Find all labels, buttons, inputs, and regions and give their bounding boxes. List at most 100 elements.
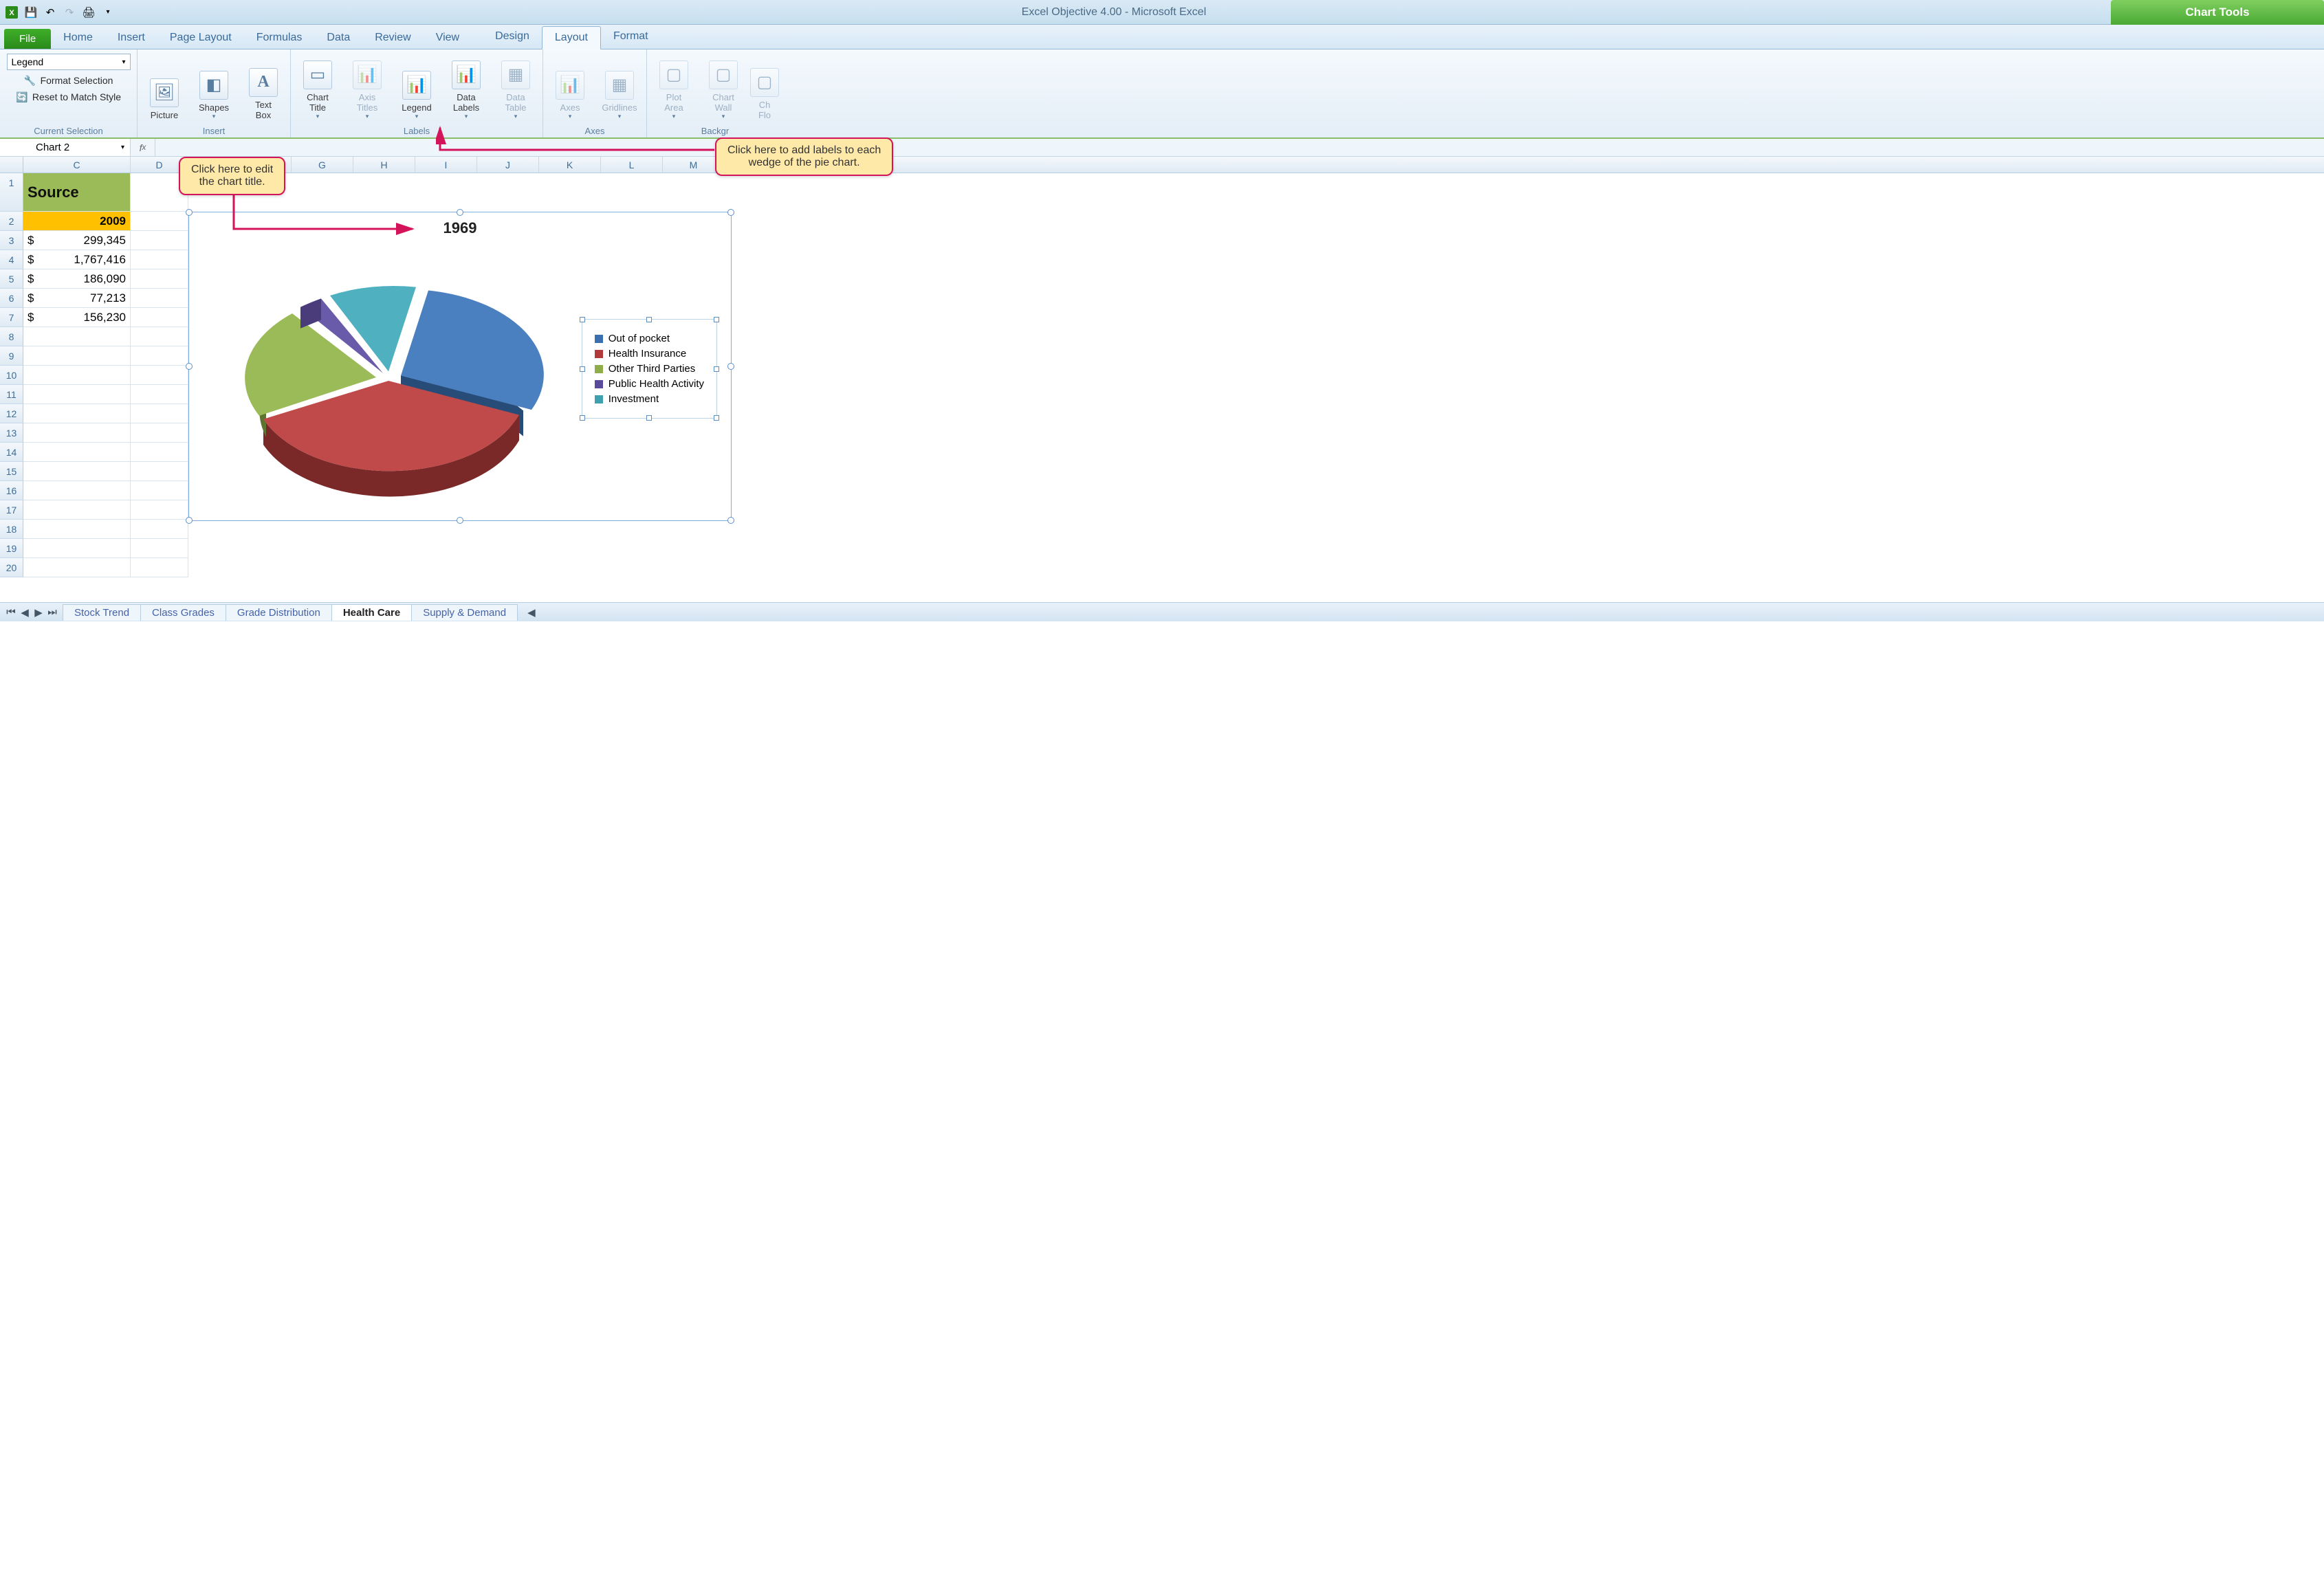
cell-year-header[interactable]: 2009 xyxy=(23,212,131,231)
redo-icon[interactable]: ↷ xyxy=(61,3,78,21)
data-labels-button[interactable]: 📊Data Labels▾ xyxy=(445,57,487,120)
cell[interactable] xyxy=(131,481,188,500)
cell[interactable] xyxy=(23,500,131,520)
cell[interactable] xyxy=(23,539,131,558)
chart-title[interactable]: 1969 xyxy=(189,219,731,237)
format-selection-button[interactable]: 🔧 Format Selection xyxy=(24,74,113,87)
cell[interactable] xyxy=(131,520,188,539)
cell[interactable] xyxy=(23,558,131,577)
cell[interactable] xyxy=(131,385,188,404)
tab-data[interactable]: Data xyxy=(314,27,362,49)
legend-button[interactable]: 📊Legend▾ xyxy=(395,57,438,120)
sheet-tab[interactable]: Class Grades xyxy=(140,604,226,621)
legend-item[interactable]: Out of pocket xyxy=(595,333,704,344)
row-header[interactable]: 19 xyxy=(0,539,23,558)
cell[interactable] xyxy=(131,443,188,462)
row-header[interactable]: 3 xyxy=(0,231,23,250)
resize-handle[interactable] xyxy=(646,317,652,322)
cell[interactable] xyxy=(131,366,188,385)
row-header[interactable]: 8 xyxy=(0,327,23,346)
row-header[interactable]: 7 xyxy=(0,308,23,327)
row-header[interactable]: 5 xyxy=(0,269,23,289)
picture-button[interactable]: 🖼Picture xyxy=(143,57,186,120)
cell[interactable]: $186,090 xyxy=(23,269,131,289)
cell[interactable]: $156,230 xyxy=(23,308,131,327)
resize-handle[interactable] xyxy=(457,517,463,524)
cell[interactable] xyxy=(131,212,188,231)
row-header[interactable]: 1 xyxy=(0,173,23,212)
cell[interactable] xyxy=(23,346,131,366)
resize-handle[interactable] xyxy=(714,317,719,322)
resize-handle[interactable] xyxy=(580,317,585,322)
row-header[interactable]: 11 xyxy=(0,385,23,404)
cell[interactable] xyxy=(23,520,131,539)
cell[interactable] xyxy=(131,269,188,289)
cell[interactable] xyxy=(131,462,188,481)
cell[interactable]: $1,767,416 xyxy=(23,250,131,269)
excel-icon[interactable]: X xyxy=(3,3,21,21)
resize-handle[interactable] xyxy=(186,517,193,524)
cell[interactable] xyxy=(131,500,188,520)
cell[interactable] xyxy=(131,327,188,346)
row-header[interactable]: 20 xyxy=(0,558,23,577)
save-icon[interactable]: 💾 xyxy=(22,3,40,21)
legend-item[interactable]: Investment xyxy=(595,393,704,405)
resize-handle[interactable] xyxy=(580,415,585,421)
cell[interactable] xyxy=(23,327,131,346)
legend-item[interactable]: Other Third Parties xyxy=(595,363,704,375)
col-header[interactable]: H xyxy=(353,157,415,173)
chart-element-selector[interactable]: Legend ▾ xyxy=(7,54,131,70)
sheet-tab[interactable]: Supply & Demand xyxy=(411,604,518,621)
formula-bar[interactable] xyxy=(155,139,2324,156)
row-header[interactable]: 10 xyxy=(0,366,23,385)
row-header[interactable]: 4 xyxy=(0,250,23,269)
cell[interactable] xyxy=(131,308,188,327)
pie-chart[interactable] xyxy=(210,254,553,508)
file-tab[interactable]: File xyxy=(4,29,51,49)
qat-dropdown-icon[interactable]: ▾ xyxy=(99,3,117,21)
col-header[interactable]: L xyxy=(601,157,663,173)
row-header[interactable]: 2 xyxy=(0,212,23,231)
print-icon[interactable]: 🖨 xyxy=(80,3,98,21)
legend-item[interactable]: Health Insurance xyxy=(595,348,704,359)
cell[interactable] xyxy=(131,539,188,558)
tab-nav-next-icon[interactable]: ▶ xyxy=(32,606,45,619)
resize-handle[interactable] xyxy=(646,415,652,421)
chart-object[interactable]: 1969 xyxy=(188,212,732,521)
cell[interactable] xyxy=(131,346,188,366)
cell[interactable] xyxy=(23,443,131,462)
cell[interactable]: $77,213 xyxy=(23,289,131,308)
cell[interactable] xyxy=(23,423,131,443)
tab-view[interactable]: View xyxy=(424,27,472,49)
resize-handle[interactable] xyxy=(714,366,719,372)
row-header[interactable]: 17 xyxy=(0,500,23,520)
tab-insert[interactable]: Insert xyxy=(105,27,157,49)
col-header[interactable]: J xyxy=(477,157,539,173)
row-header[interactable]: 16 xyxy=(0,481,23,500)
tab-scroll-icon[interactable]: ◀ xyxy=(527,606,536,619)
tab-layout[interactable]: Layout xyxy=(542,26,601,49)
col-header[interactable]: C xyxy=(23,157,131,173)
tab-formulas[interactable]: Formulas xyxy=(244,27,315,49)
row-header[interactable]: 6 xyxy=(0,289,23,308)
resize-handle[interactable] xyxy=(727,363,734,370)
resize-handle[interactable] xyxy=(580,366,585,372)
tab-nav-first-icon[interactable]: ⏮ xyxy=(4,606,18,619)
cell[interactable] xyxy=(131,250,188,269)
row-header[interactable]: 14 xyxy=(0,443,23,462)
col-header[interactable]: I xyxy=(415,157,477,173)
legend-item[interactable]: Public Health Activity xyxy=(595,378,704,390)
cell[interactable] xyxy=(131,289,188,308)
cell[interactable] xyxy=(131,404,188,423)
tab-nav-prev-icon[interactable]: ◀ xyxy=(18,606,32,619)
undo-icon[interactable]: ↶ xyxy=(41,3,59,21)
row-header[interactable]: 13 xyxy=(0,423,23,443)
tab-page-layout[interactable]: Page Layout xyxy=(157,27,244,49)
col-header[interactable]: G xyxy=(292,157,353,173)
tab-format[interactable]: Format xyxy=(601,25,661,49)
tab-home[interactable]: Home xyxy=(51,27,105,49)
name-box[interactable]: Chart 2▾ xyxy=(0,139,131,156)
chart-legend[interactable]: Out of pocket Health Insurance Other Third… xyxy=(582,319,717,419)
fx-icon[interactable]: fx xyxy=(131,139,155,156)
resize-handle[interactable] xyxy=(186,209,193,216)
